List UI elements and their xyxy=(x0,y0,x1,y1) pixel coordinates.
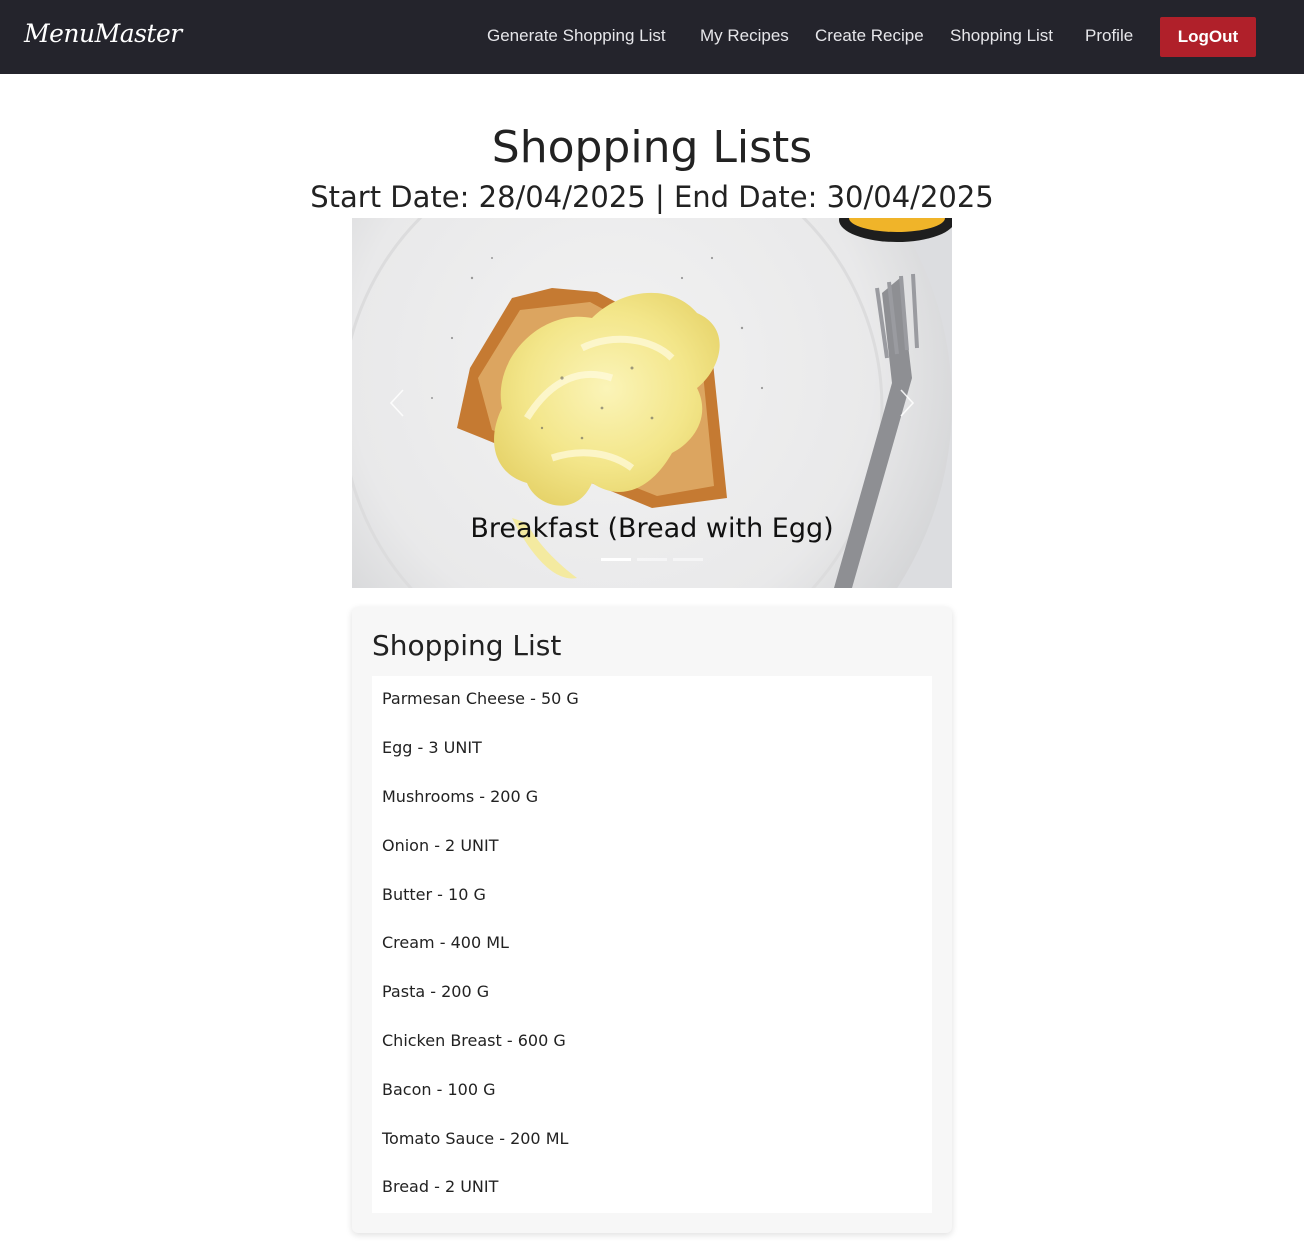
list-item: Onion - 2 UNIT xyxy=(382,836,499,855)
list-item: Cream - 400 ML xyxy=(382,933,509,952)
shopping-list: Parmesan Cheese - 50 G Egg - 3 UNIT Mush… xyxy=(372,676,932,1213)
list-item: Pasta - 200 G xyxy=(382,982,490,1001)
nav-my-recipes[interactable]: My Recipes xyxy=(700,26,789,46)
page-title: Shopping Lists xyxy=(491,122,813,173)
chevron-right-icon xyxy=(900,389,915,417)
carousel-indicator-2[interactable] xyxy=(637,558,667,561)
carousel-prev-button[interactable] xyxy=(383,388,413,418)
shopping-list-card: Shopping List Parmesan Cheese - 50 G Egg… xyxy=(352,607,952,1233)
chevron-left-icon xyxy=(389,389,404,417)
date-range: Start Date: 28/04/2025 | End Date: 30/04… xyxy=(310,180,994,214)
carousel-indicator-3[interactable] xyxy=(673,558,703,561)
list-item: Chicken Breast - 600 G xyxy=(382,1031,566,1050)
list-item: Mushrooms - 200 G xyxy=(382,787,539,806)
nav-profile[interactable]: Profile xyxy=(1085,26,1133,46)
carousel-indicator-1[interactable] xyxy=(601,558,631,561)
logout-button[interactable]: LogOut xyxy=(1160,17,1256,57)
top-navbar: MenuMaster Generate Shopping List My Rec… xyxy=(0,0,1304,74)
list-item: Bread - 2 UNIT xyxy=(382,1177,499,1196)
carousel-next-button[interactable] xyxy=(891,388,921,418)
shopping-list-title: Shopping List xyxy=(372,629,562,662)
nav-generate-shopping-list[interactable]: Generate Shopping List xyxy=(487,26,666,46)
list-item: Butter - 10 G xyxy=(382,885,486,904)
nav-shopping-list[interactable]: Shopping List xyxy=(950,26,1053,46)
carousel-caption: Breakfast (Bread with Egg) xyxy=(470,513,834,544)
list-item: Bacon - 100 G xyxy=(382,1080,496,1099)
nav-create-recipe[interactable]: Create Recipe xyxy=(815,26,924,46)
list-item: Tomato Sauce - 200 ML xyxy=(382,1129,569,1148)
list-item: Egg - 3 UNIT xyxy=(382,738,482,757)
brand-logo[interactable]: MenuMaster xyxy=(24,19,182,48)
list-item: Parmesan Cheese - 50 G xyxy=(382,689,579,708)
